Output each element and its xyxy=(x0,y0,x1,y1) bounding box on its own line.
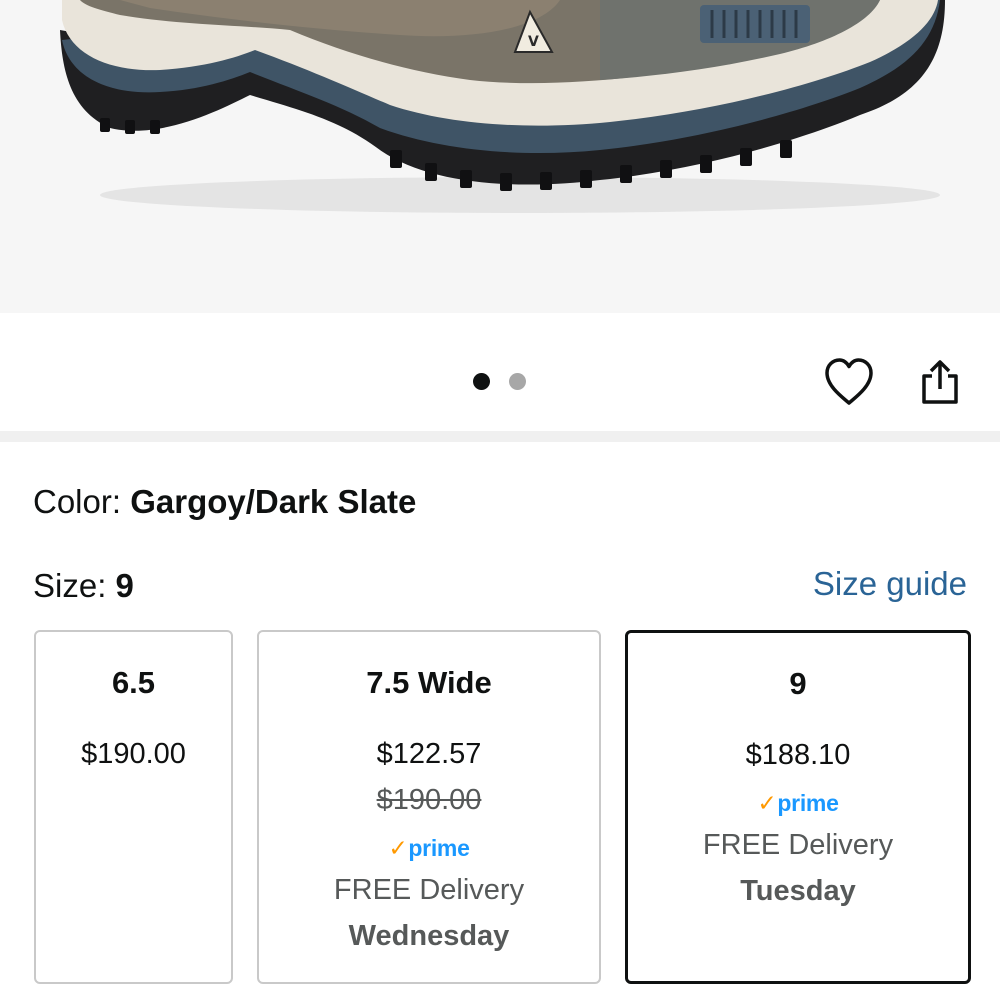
prime-label: prime xyxy=(777,790,839,816)
prime-check-icon: ✓ xyxy=(757,790,777,816)
size-option-price: $188.10 xyxy=(745,739,851,771)
size-selection: Size: 9 xyxy=(33,566,134,606)
size-option-size: 9 xyxy=(789,666,807,701)
size-value: 9 xyxy=(115,567,134,604)
size-guide-link[interactable]: Size guide xyxy=(813,564,967,604)
section-divider xyxy=(0,431,1000,442)
prime-check-icon: ✓ xyxy=(388,835,408,861)
prime-badge: ✓prime xyxy=(259,834,599,862)
size-option-price: $190.00 xyxy=(81,738,186,770)
size-option-9[interactable]: 9 $188.10 ✓prime FREE Delivery Tuesday xyxy=(625,630,971,984)
carousel-dot[interactable] xyxy=(509,373,526,390)
color-value: Gargoy/Dark Slate xyxy=(130,483,417,520)
size-option-7-5-wide[interactable]: 7.5 Wide $122.57 $190.00 ✓prime FREE Del… xyxy=(257,630,601,984)
product-image[interactable]: V xyxy=(0,0,1000,313)
size-option-delivery: FREE Delivery xyxy=(702,829,894,861)
share-icon[interactable] xyxy=(915,357,965,407)
size-option-delivery: FREE Delivery xyxy=(333,874,525,906)
prime-badge: ✓prime xyxy=(628,789,968,817)
shoe-image: V xyxy=(60,0,945,213)
size-option-list-price: $190.00 xyxy=(376,784,482,816)
color-selection: Color: Gargoy/Dark Slate xyxy=(33,482,416,522)
prime-label: prime xyxy=(408,835,470,861)
size-option-price: $122.57 xyxy=(376,738,482,770)
carousel-dot-active[interactable] xyxy=(473,373,490,390)
size-option-6-5[interactable]: 6.5 $190.00 xyxy=(34,630,233,984)
size-label: Size: xyxy=(33,567,116,604)
heart-icon[interactable] xyxy=(822,356,876,408)
size-option-delivery-day: Wednesday xyxy=(348,920,510,952)
color-label: Color: xyxy=(33,483,131,520)
size-option-delivery-day: Tuesday xyxy=(740,875,856,907)
size-option-size: 7.5 Wide xyxy=(366,665,492,700)
size-option-size: 6.5 xyxy=(111,665,156,700)
svg-text:V: V xyxy=(528,34,539,50)
